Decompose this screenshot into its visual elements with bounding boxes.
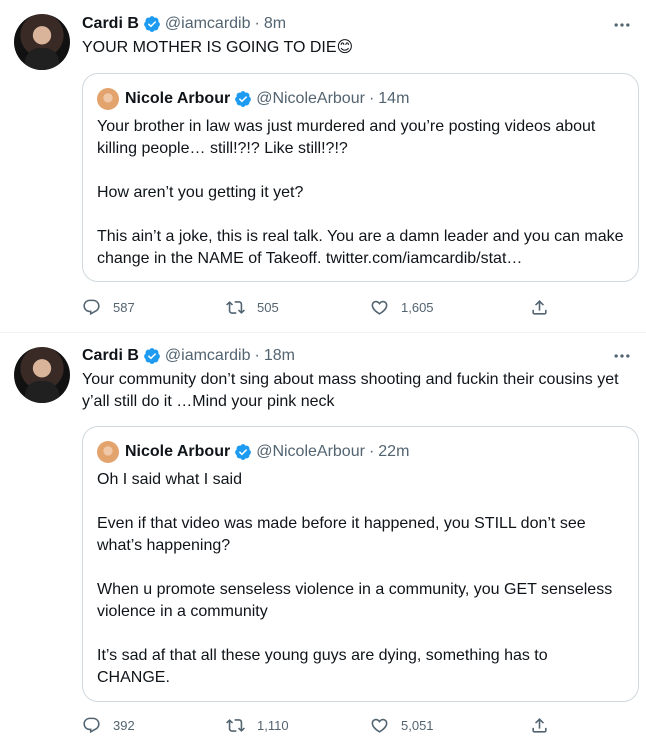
- tweet-actions: 587 505 1,605: [82, 294, 622, 320]
- retweet-count: 1,110: [257, 717, 289, 733]
- tweet-actions: 392 1,110 5,051: [82, 712, 622, 738]
- author-handle[interactable]: @iamcardib: [165, 347, 251, 365]
- tweet-text: YOUR MOTHER IS GOING TO DIE😊: [82, 39, 354, 56]
- quote-avatar: [97, 88, 119, 110]
- quote-author-name: Nicole Arbour: [125, 443, 231, 460]
- like-count: 5,051: [401, 717, 434, 733]
- more-horizontal-icon[interactable]: [612, 15, 632, 35]
- verified-badge-icon: [235, 444, 252, 460]
- reply-icon: [83, 717, 100, 733]
- reply-button[interactable]: 392: [82, 712, 135, 738]
- quote-text: Your brother in law was just murdered an…: [97, 118, 624, 267]
- share-button[interactable]: [530, 294, 561, 320]
- separator-dot: ·: [254, 347, 260, 364]
- quoted-tweet[interactable]: Nicole Arbour @NicoleArbour · 22m Oh I s…: [82, 426, 639, 702]
- quote-author-handle: @NicoleArbour: [256, 443, 365, 460]
- retweet-button[interactable]: 1,110: [226, 712, 289, 738]
- author-name[interactable]: Cardi B: [82, 347, 139, 365]
- like-button[interactable]: 1,605: [370, 294, 434, 320]
- retweet-icon: [226, 718, 245, 732]
- heart-icon: [371, 718, 388, 733]
- tweet-header: Cardi B @iamcardib · 8m: [82, 13, 286, 35]
- verified-badge-icon: [144, 348, 160, 364]
- timestamp[interactable]: 8m: [264, 15, 286, 33]
- retweet-count: 505: [257, 299, 279, 315]
- quote-header: Nicole Arbour @NicoleArbour · 22m: [97, 441, 409, 463]
- quote-timestamp: 14m: [378, 90, 410, 107]
- quote-text: Oh I said what I said Even if that video…: [97, 471, 613, 686]
- separator-dot: ·: [368, 90, 375, 107]
- avatar[interactable]: [14, 14, 70, 70]
- tweet-header: Cardi B @iamcardib · 18m: [82, 345, 295, 367]
- quote-author-name: Nicole Arbour: [125, 90, 231, 107]
- more-horizontal-icon[interactable]: [612, 346, 632, 366]
- separator-dot: ·: [368, 443, 375, 460]
- tweet[interactable]: Cardi B @iamcardib · 18m Your community …: [0, 333, 646, 750]
- share-icon: [532, 299, 547, 315]
- verified-badge-icon: [144, 16, 160, 32]
- quote-header: Nicole Arbour @NicoleArbour · 14m: [97, 88, 409, 110]
- quote-author-handle: @NicoleArbour: [256, 90, 365, 107]
- quoted-tweet[interactable]: Nicole Arbour @NicoleArbour · 14m Your b…: [82, 73, 639, 282]
- author-handle[interactable]: @iamcardib: [165, 15, 251, 33]
- verified-badge-icon: [235, 91, 252, 107]
- tweet-text: Your community don’t sing about mass sho…: [82, 371, 624, 410]
- share-button[interactable]: [530, 712, 561, 738]
- share-icon: [532, 717, 547, 733]
- avatar[interactable]: [14, 347, 70, 403]
- like-count: 1,605: [401, 299, 434, 315]
- retweet-icon: [226, 300, 245, 314]
- reply-icon: [83, 299, 100, 315]
- timestamp[interactable]: 18m: [264, 347, 295, 365]
- like-button[interactable]: 5,051: [370, 712, 434, 738]
- reply-button[interactable]: 587: [82, 294, 135, 320]
- retweet-button[interactable]: 505: [226, 294, 279, 320]
- reply-count: 587: [113, 299, 135, 315]
- author-name[interactable]: Cardi B: [82, 15, 139, 33]
- heart-icon: [371, 300, 388, 315]
- tweet[interactable]: Cardi B @iamcardib · 8m YOUR MOTHER IS G…: [0, 0, 646, 333]
- separator-dot: ·: [254, 15, 260, 32]
- quote-timestamp: 22m: [378, 443, 410, 460]
- quote-avatar: [97, 441, 119, 463]
- reply-count: 392: [113, 717, 135, 733]
